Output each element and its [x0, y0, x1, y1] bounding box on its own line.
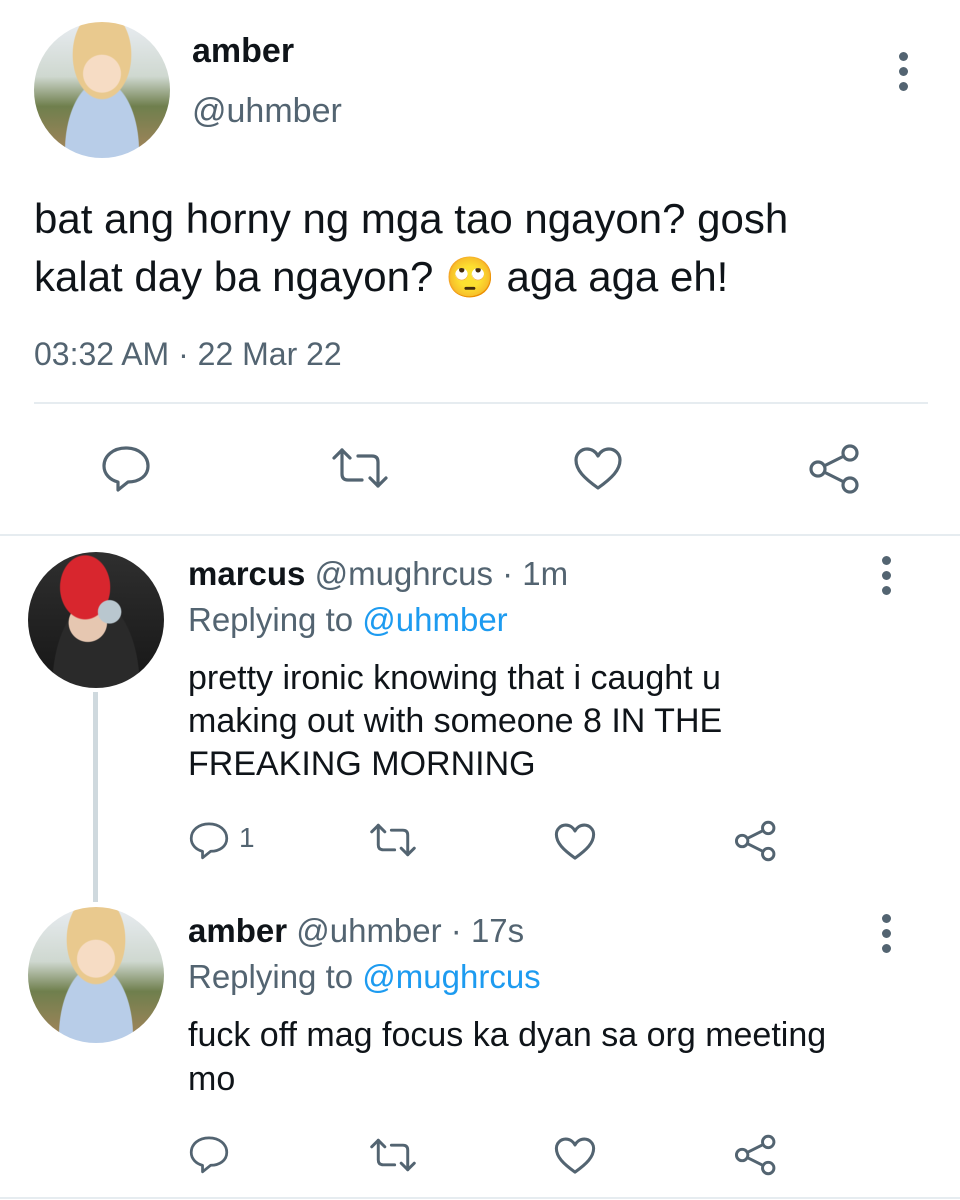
tweet-text-line: kalat day ba ngayon? 🙄 aga aga eh! [34, 248, 788, 307]
reply-text-line: pretty ironic knowing that i caught u [188, 659, 721, 697]
reply-count: 1 [239, 822, 255, 853]
reply-time[interactable]: · 1m [502, 555, 568, 592]
reply-icon[interactable] [100, 444, 152, 492]
avatar[interactable] [34, 22, 170, 158]
share-icon[interactable] [808, 444, 862, 494]
more-options-icon[interactable] [881, 556, 891, 601]
replying-to-handle[interactable]: @mughrcus [362, 958, 540, 995]
avatar[interactable] [28, 907, 164, 1043]
replying-to-handle[interactable]: @uhmber [362, 601, 507, 638]
reply-text-line: fuck off mag focus ka dyan sa org meetin… [188, 1016, 827, 1054]
display-name[interactable]: amber [188, 912, 287, 949]
display-name[interactable]: amber [192, 32, 294, 71]
avatar[interactable] [28, 552, 164, 688]
reply-text: pretty ironic knowing that i caught u ma… [188, 657, 722, 786]
like-icon[interactable] [553, 1136, 597, 1176]
reply-header: marcus @mughrcus · 1m [188, 555, 568, 593]
tweet-text-part: kalat day ba ngayon? [34, 253, 434, 300]
reply-header: amber @uhmber · 17s [188, 912, 524, 950]
handle[interactable]: @uhmber [296, 912, 441, 949]
tweet-text: bat ang horny ng mga tao ngayon? gosh ka… [34, 190, 788, 307]
reply-time[interactable]: · 17s [451, 912, 524, 949]
like-icon[interactable] [572, 446, 624, 492]
retweet-icon[interactable] [330, 446, 390, 490]
reply-icon[interactable] [188, 1134, 230, 1174]
like-icon[interactable] [553, 822, 597, 862]
display-name[interactable]: marcus [188, 555, 305, 592]
replying-to-label: Replying to [188, 601, 354, 638]
thread-line [93, 692, 98, 902]
reply-text-line: FREAKING MORNING [188, 745, 536, 783]
more-options-icon[interactable] [898, 52, 908, 97]
tweet-text-part: aga aga eh! [506, 253, 729, 300]
face-with-rolling-eyes-emoji: 🙄 [444, 256, 495, 300]
reply-icon[interactable] [188, 820, 230, 860]
replying-to: Replying to @mughrcus [188, 958, 541, 996]
reply-text-line: making out with someone 8 IN THE [188, 702, 723, 740]
retweet-icon[interactable] [368, 1137, 418, 1173]
more-options-icon[interactable] [881, 914, 891, 959]
handle[interactable]: @mughrcus [315, 555, 493, 592]
handle[interactable]: @uhmber [192, 92, 342, 131]
share-icon[interactable] [734, 820, 778, 862]
retweet-icon[interactable] [368, 822, 418, 858]
reply-text-line: mo [188, 1060, 236, 1098]
timestamp[interactable]: 03:32 AM · 22 Mar 22 [34, 336, 342, 373]
tweet-text-line: bat ang horny ng mga tao ngayon? gosh [34, 195, 789, 242]
divider [0, 534, 960, 536]
reply-text: fuck off mag focus ka dyan sa org meetin… [188, 1013, 826, 1101]
divider [34, 402, 928, 404]
share-icon[interactable] [734, 1134, 778, 1176]
replying-to-label: Replying to [188, 958, 354, 995]
divider [0, 1197, 960, 1199]
replying-to: Replying to @uhmber [188, 601, 508, 639]
